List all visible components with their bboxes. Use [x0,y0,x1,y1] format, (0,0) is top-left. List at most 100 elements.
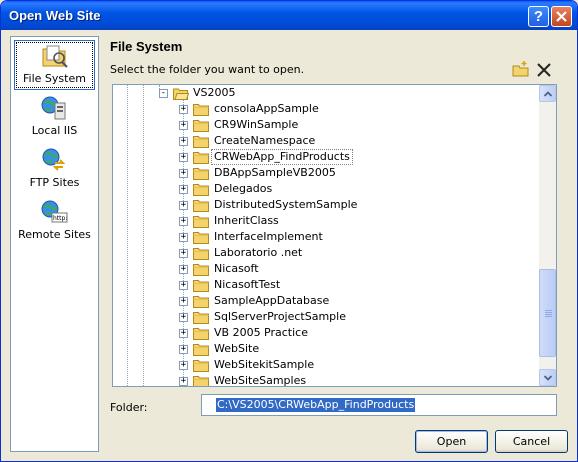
tree-node-label: Laboratorio .net [214,246,303,259]
tree-node[interactable]: + Laboratorio .net [113,245,540,261]
close-icon [556,11,567,22]
tree-node[interactable]: + Delegados [113,181,540,197]
expand-icon[interactable]: + [179,249,188,258]
tree-node-label: VB 2005 Practice [214,326,308,339]
tree-node[interactable]: + SqlServerProjectSample [113,309,540,325]
ftp-sites-icon [42,148,66,171]
place-local-iis[interactable]: Local IIS [14,93,95,143]
folder-icon [193,120,209,132]
tree-node-label: VS2005 [193,86,236,99]
collapse-icon[interactable]: - [159,89,168,98]
folder-icon [193,344,209,356]
place-file-system[interactable]: File System [14,40,95,90]
tree-node-label: DBAppSampleVB2005 [214,166,336,179]
open-web-site-dialog: Open Web Site ? File System Local IIS FT… [0,0,578,462]
window-title: Open Web Site [9,8,101,23]
tree-node[interactable]: + InheritClass [113,213,540,229]
expand-icon[interactable]: + [179,137,188,146]
folder-icon [193,248,209,260]
expand-icon[interactable]: + [179,297,188,306]
expand-icon[interactable]: + [179,217,188,226]
place-label: Remote Sites [18,228,91,241]
dialog-client: File System Local IIS FTP Sites http: Re… [4,30,574,459]
delete-button[interactable] [535,60,553,78]
folder-icon [193,280,209,292]
tree-node-label: SampleAppDatabase [214,294,330,307]
tree-node-label: InheritClass [214,214,279,227]
tree-node[interactable]: + WebSitekitSample [113,357,540,373]
new-folder-button[interactable] [512,60,530,78]
folder-icon [193,136,209,148]
grip-line [545,316,552,317]
expand-icon[interactable]: + [179,153,188,162]
expand-icon[interactable]: + [179,377,188,386]
folder-path-input[interactable]: C:\VS2005\CRWebApp_FindProducts [201,394,557,416]
place-remote-sites[interactable]: http: Remote Sites [14,197,95,247]
places-bar: File System Local IIS FTP Sites http: Re… [10,36,99,452]
tree-node[interactable]: + VB 2005 Practice [113,325,540,341]
tree-node[interactable]: + consolaAppSample [113,101,540,117]
expand-icon[interactable]: + [179,345,188,354]
tree-node[interactable]: + WebSite [113,341,540,357]
folder-tree[interactable]: - VS2005 + consolaAppSample + CR9WinSample +… [112,84,557,387]
title-bar[interactable]: Open Web Site ? [1,1,577,30]
tree-node-label: Delegados [214,182,273,195]
grip-line [545,314,552,315]
tree-node[interactable]: + SampleAppDatabase [113,293,540,309]
tree-node[interactable]: + InterfaceImplement [113,229,540,245]
place-label: FTP Sites [29,176,80,189]
place-ftp-sites[interactable]: FTP Sites [14,145,95,195]
section-heading: File System [110,39,183,54]
expand-icon[interactable]: + [179,361,188,370]
tree-node-label: DistributedSystemSample [214,198,358,211]
tree-node[interactable]: + CR9WinSample [113,117,540,133]
remote-sites-icon: http: [41,200,68,223]
svg-text:http:: http: [53,215,67,222]
tree-node[interactable]: + CRWebApp_FindProducts [113,149,540,165]
folder-icon [193,376,209,386]
new-folder-icon [512,61,529,77]
folder-open-icon [173,88,189,100]
folder-icon [193,184,209,196]
expand-icon[interactable]: + [179,105,188,114]
folder-icon [193,360,209,372]
expand-icon[interactable]: + [179,281,188,290]
tree-node[interactable]: + NicasoftTest [113,277,540,293]
tree-node[interactable]: + Nicasoft [113,261,540,277]
tree-node-label: WebSitekitSample [214,358,315,371]
tree-node-label: SqlServerProjectSample [214,310,346,323]
expand-icon[interactable]: + [179,233,188,242]
chevron-up-icon [544,91,552,97]
expand-icon[interactable]: + [179,121,188,130]
expand-icon[interactable]: + [179,265,188,274]
expand-icon[interactable]: + [179,201,188,210]
tree-node-label: CR9WinSample [214,118,299,131]
expand-icon[interactable]: + [179,329,188,338]
folder-icon [193,264,209,276]
scroll-up-button[interactable] [539,85,556,102]
tree-node[interactable]: + DBAppSampleVB2005 [113,165,540,181]
tree-node[interactable]: + CreateNamespace [113,133,540,149]
folder-icon [193,152,209,164]
open-button[interactable]: Open [415,430,488,453]
vertical-scrollbar[interactable] [539,85,556,386]
tree-node[interactable]: + DistributedSystemSample [113,197,540,213]
expand-icon[interactable]: + [179,185,188,194]
folder-icon [193,312,209,324]
folder-path-value: C:\VS2005\CRWebApp_FindProducts [216,398,416,412]
expand-icon[interactable]: + [179,313,188,322]
folder-icon [193,168,209,180]
scrollbar-thumb[interactable] [539,269,556,357]
tree-node-root[interactable]: - VS2005 [113,85,540,101]
close-button[interactable] [551,6,572,27]
instruction-text: Select the folder you want to open. [110,63,305,76]
tree-node[interactable]: + WebSiteSamples [113,373,540,386]
expand-icon[interactable]: + [179,169,188,178]
tree-node-label: InterfaceImplement [214,230,323,243]
scroll-down-button[interactable] [539,369,556,386]
help-button[interactable]: ? [528,6,549,27]
tree-node-label: Nicasoft [214,262,259,275]
cancel-button[interactable]: Cancel [495,430,568,453]
folder-icon [193,232,209,244]
folder-icon [193,216,209,228]
